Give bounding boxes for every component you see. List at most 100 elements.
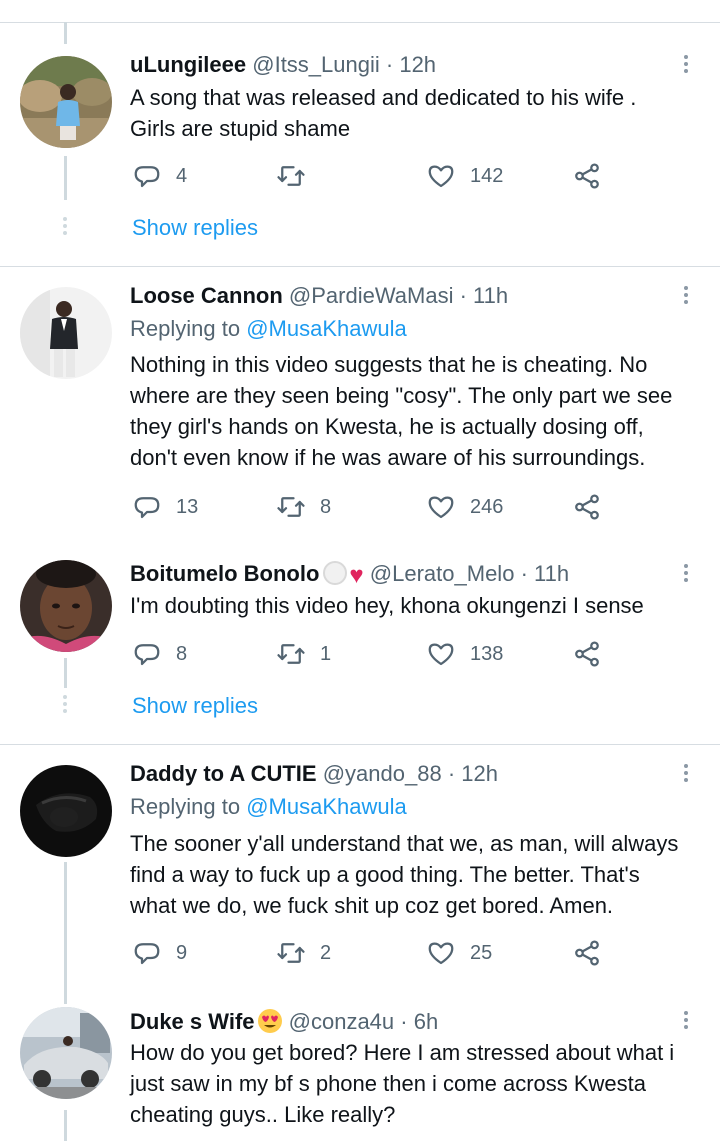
display-name[interactable]: Daddy to A CUTIE: [130, 761, 317, 786]
reply-button[interactable]: 4: [132, 161, 187, 191]
tweet-text: The sooner y'all understand that we, as …: [130, 831, 679, 918]
like-count: 138: [470, 642, 504, 665]
user-handle[interactable]: @yando_88: [323, 761, 442, 786]
display-name[interactable]: Boitumelo Bonolo: [130, 561, 319, 586]
user-handle[interactable]: @Itss_Lungii: [252, 52, 380, 77]
display-name[interactable]: uLungileee: [130, 52, 246, 77]
divider: [0, 744, 720, 745]
timestamp[interactable]: · 11h: [460, 283, 509, 308]
reply-button[interactable]: 9: [132, 938, 187, 968]
tweet-text: A song that was released and dedicated t…: [130, 85, 637, 141]
retweet-icon: [277, 497, 305, 517]
tweet-header: Loose Cannon @PardieWaMasi · 11h: [130, 283, 508, 309]
reply-icon: [134, 497, 160, 519]
thread-gap-dots: [62, 692, 68, 716]
tweet-actions: 4 142: [130, 161, 610, 191]
like-button[interactable]: 138: [426, 639, 503, 669]
more-icon[interactable]: [676, 1008, 696, 1032]
tweet-text: I'm doubting this video hey, khona okung…: [130, 593, 644, 618]
reply-count: 9: [176, 941, 188, 964]
retweet-icon: [277, 943, 305, 963]
avatar[interactable]: [20, 560, 112, 652]
like-button[interactable]: 142: [426, 161, 503, 191]
like-button[interactable]: 25: [426, 938, 492, 968]
like-icon: [428, 643, 454, 666]
share-icon: [575, 494, 599, 520]
share-button[interactable]: [572, 161, 602, 191]
reply-count: 8: [176, 642, 188, 665]
tweet-header: Boitumelo Bonolo ♥ @Lerato_Melo · 11h: [130, 561, 569, 589]
more-icon[interactable]: [676, 761, 696, 785]
share-icon: [575, 163, 599, 189]
user-handle[interactable]: @PardieWaMasi: [289, 283, 454, 308]
share-button[interactable]: [572, 492, 602, 522]
avatar[interactable]: [20, 287, 112, 379]
reply-icon: [134, 943, 160, 965]
tweet-actions: 9 2 25: [130, 938, 610, 968]
retweet-count: 8: [320, 495, 332, 518]
reply-icon: [134, 644, 160, 666]
more-icon[interactable]: [676, 561, 696, 585]
timestamp[interactable]: · 12h: [448, 761, 498, 786]
thread-line: [64, 658, 67, 688]
thread-line: [64, 22, 67, 44]
like-count: 142: [470, 164, 504, 187]
retweet-count: 1: [320, 642, 332, 665]
tweet-header: Duke s Wife @conza4u · 6h: [130, 1008, 438, 1035]
timestamp[interactable]: · 12h: [386, 52, 436, 77]
timestamp[interactable]: · 11h: [521, 561, 570, 586]
more-icon[interactable]: [676, 52, 696, 76]
replying-to: Replying to @MusaKhawula: [130, 794, 407, 819]
mention-link[interactable]: @MusaKhawula: [246, 794, 407, 819]
avatar[interactable]: [20, 765, 112, 857]
show-replies-link[interactable]: Show replies: [132, 214, 258, 242]
red-heart-emoji: ♥: [349, 562, 364, 589]
timestamp[interactable]: · 6h: [400, 1009, 438, 1034]
tweet-header: Daddy to A CUTIE @yando_88 · 12h: [130, 761, 498, 787]
user-handle[interactable]: @Lerato_Melo: [370, 561, 515, 586]
retweet-button[interactable]: 8: [276, 492, 331, 522]
reply-count: 4: [176, 164, 188, 187]
display-name[interactable]: Duke s Wife: [130, 1009, 255, 1034]
user-handle[interactable]: @conza4u: [289, 1009, 395, 1034]
heart-eyes-emoji: [257, 1008, 283, 1034]
retweet-count: 2: [320, 941, 332, 964]
reply-button[interactable]: 8: [132, 639, 187, 669]
thread-line: [64, 862, 67, 1004]
thread-line: [64, 1110, 67, 1141]
like-icon: [428, 165, 454, 188]
replying-to: Replying to @MusaKhawula: [130, 316, 407, 341]
thread-gap-dots: [62, 214, 68, 238]
divider: [0, 266, 720, 267]
reply-count: 13: [176, 495, 199, 518]
mention-link[interactable]: @MusaKhawula: [246, 316, 407, 341]
retweet-icon: [277, 166, 305, 186]
reply-button[interactable]: 13: [132, 492, 198, 522]
thread-line: [64, 156, 67, 200]
retweet-button[interactable]: 1: [276, 639, 331, 669]
share-button[interactable]: [572, 639, 602, 669]
white-circle-emoji: [323, 561, 348, 585]
like-count: 25: [470, 941, 493, 964]
like-button[interactable]: 246: [426, 492, 503, 522]
avatar[interactable]: [20, 56, 112, 148]
share-button[interactable]: [572, 938, 602, 968]
reply-icon: [134, 166, 160, 188]
tweet-text: Nothing in this video suggests that he i…: [130, 352, 673, 470]
retweet-button[interactable]: [276, 161, 320, 191]
share-icon: [575, 641, 599, 667]
retweet-icon: [277, 644, 305, 664]
tweet-header: uLungileee @Itss_Lungii · 12h: [130, 52, 436, 78]
avatar[interactable]: [20, 1007, 112, 1099]
more-icon[interactable]: [676, 283, 696, 307]
like-icon: [428, 496, 454, 519]
like-icon: [428, 942, 454, 965]
show-replies-link[interactable]: Show replies: [132, 692, 258, 720]
tweet-actions: 8 1 138: [130, 639, 610, 669]
share-icon: [575, 940, 599, 966]
retweet-button[interactable]: 2: [276, 938, 331, 968]
tweet-actions: 13 8 246: [130, 492, 610, 522]
tweet-text: How do you get bored? Here I am stressed…: [130, 1040, 675, 1127]
display-name[interactable]: Loose Cannon: [130, 283, 283, 308]
divider: [0, 22, 720, 23]
